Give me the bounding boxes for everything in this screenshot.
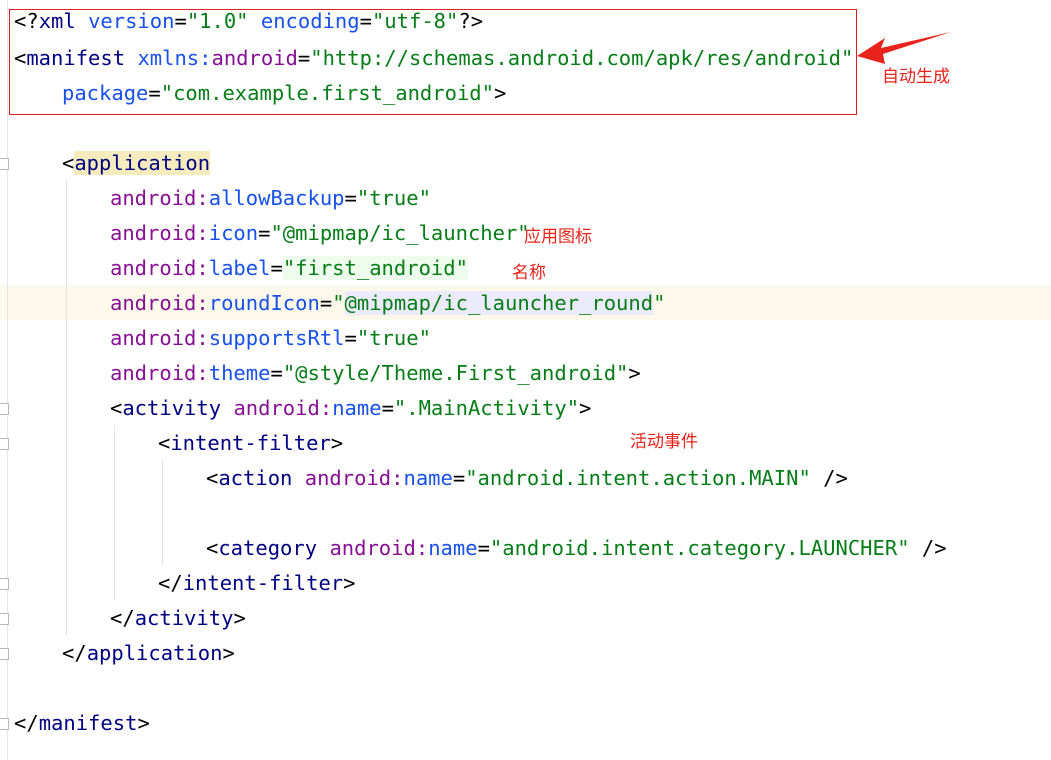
- code-line-intent-filter-close[interactable]: </intent-filter>: [158, 566, 355, 601]
- indent-guide: [162, 460, 163, 565]
- annotation-app-icon: 应用图标: [524, 227, 592, 247]
- code-line-manifest-close[interactable]: </manifest>: [14, 706, 150, 741]
- indent-guide: [66, 180, 67, 635]
- red-arrow-icon: [857, 32, 951, 64]
- label-value-highlight: "first_android": [282, 256, 468, 280]
- indent-guide: [114, 425, 115, 600]
- code-line-application-open[interactable]: <application: [62, 146, 211, 181]
- code-line-round-icon[interactable]: android:roundIcon="@mipmap/ic_launcher_r…: [110, 286, 665, 321]
- fold-marker-application-icon[interactable]: [0, 158, 9, 170]
- code-line-activity-close[interactable]: </activity>: [110, 601, 246, 636]
- fold-end-application-icon[interactable]: [0, 648, 9, 660]
- fold-end-activity-icon[interactable]: [0, 613, 9, 625]
- annotation-name: 名称: [512, 263, 546, 283]
- fold-marker-intent-filter-icon[interactable]: [0, 438, 9, 450]
- round-icon-value-highlight: @mipmap/ic_launcher_round: [344, 291, 654, 315]
- fold-end-intent-filter-icon[interactable]: [0, 578, 9, 590]
- fold-end-manifest-icon[interactable]: [0, 718, 9, 730]
- code-line-intent-filter-open[interactable]: <intent-filter>: [158, 426, 343, 461]
- code-line-supports-rtl[interactable]: android:supportsRtl="true": [110, 321, 431, 356]
- code-line-action[interactable]: <action android:name="android.intent.act…: [206, 461, 848, 496]
- auto-generated-highlight-box: [9, 9, 857, 115]
- code-line-label[interactable]: android:label="first_android": [110, 251, 468, 286]
- gutter-divider: [7, 0, 8, 760]
- code-editor[interactable]: <?xml version="1.0" encoding="utf-8"?> <…: [0, 0, 1051, 760]
- code-line-allow-backup[interactable]: android:allowBackup="true": [110, 181, 431, 216]
- fold-marker-activity-icon[interactable]: [0, 403, 9, 415]
- code-line-activity-open[interactable]: <activity android:name=".MainActivity">: [110, 391, 591, 426]
- code-line-theme[interactable]: android:theme="@style/Theme.First_androi…: [110, 356, 641, 391]
- code-line-application-close[interactable]: </application>: [62, 636, 235, 671]
- application-tag-highlight: application: [74, 151, 211, 175]
- annotation-auto-generated: 自动生成: [882, 67, 950, 87]
- code-line-icon[interactable]: android:icon="@mipmap/ic_launcher": [110, 216, 530, 251]
- code-line-category[interactable]: <category android:name="android.intent.c…: [206, 531, 947, 566]
- annotation-activity-event: 活动事件: [630, 432, 698, 452]
